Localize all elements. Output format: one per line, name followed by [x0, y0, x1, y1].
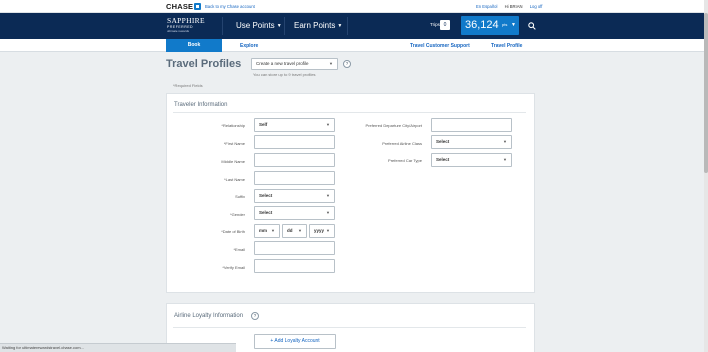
caret-down-icon: ▼ [298, 228, 302, 233]
car-type-select[interactable]: Select ▼ [431, 153, 512, 167]
required-fields-note: *Required Fields [173, 83, 203, 88]
brand-line-3: ultimate rewards [167, 29, 190, 33]
caret-down-icon: ▼ [503, 139, 507, 144]
caret-down-icon: ▼ [329, 61, 333, 66]
tab-book[interactable]: Book [166, 39, 222, 52]
profile-limit-note: You can store up to 9 travel profiles [253, 72, 316, 77]
top-utility-bar: CHASE Back to my Chase account En Españo… [0, 0, 708, 13]
departure-city-field[interactable] [431, 118, 512, 132]
trips-label[interactable]: Trips [430, 22, 440, 27]
section-divider [173, 327, 526, 328]
dob-day-select[interactable]: dd ▼ [282, 224, 307, 238]
page-title: Travel Profiles [166, 58, 242, 70]
travel-profile-select[interactable]: Create a new travel profile ▼ [251, 58, 338, 70]
airline-class-label: Preferred Airline Class [382, 141, 422, 146]
travel-profile-link[interactable]: Travel Profile [491, 43, 522, 49]
dob-month-select[interactable]: mm ▼ [254, 224, 280, 238]
nav-use-points[interactable]: Use Points ▼ [236, 21, 282, 30]
scrollbar-thumb[interactable] [704, 13, 708, 173]
sapphire-brand-logo[interactable]: SAPPHIRE PREFERRED ultimate rewards [167, 17, 205, 33]
car-type-label: Preferred Car Type [388, 158, 422, 163]
caret-down-icon: ▼ [276, 23, 282, 29]
caret-down-icon: ▼ [326, 228, 330, 233]
browser-status-bar: Waiting for ultimaterewardstravel.chase.… [0, 343, 236, 352]
relationship-label: *Relationship [221, 123, 245, 128]
email-field[interactable] [254, 241, 335, 255]
tab-explore[interactable]: Explore [240, 43, 258, 49]
gender-select[interactable]: Select ▼ [254, 206, 335, 220]
verify-email-label: *Verify Email [222, 265, 245, 270]
dob-year-select[interactable]: yyyy ▼ [309, 224, 335, 238]
date-of-birth-label: *Date of Birth [221, 229, 245, 234]
brand-line-1: SAPPHIRE [167, 16, 205, 25]
chase-logo[interactable]: CHASE [166, 2, 202, 11]
add-loyalty-account-button[interactable]: + Add Loyalty Account [254, 334, 336, 349]
caret-down-icon: ▼ [337, 23, 343, 29]
en-espanol-link[interactable]: En Español [476, 4, 497, 9]
nav-divider [284, 17, 285, 35]
email-label: *Email [233, 247, 245, 252]
profile-select-value: Create a new travel profile [256, 61, 309, 66]
first-name-label: *First Name [223, 141, 245, 146]
nav-earn-points[interactable]: Earn Points ▼ [294, 21, 342, 30]
caret-down-icon: ▼ [326, 193, 330, 198]
page-scrollbar[interactable] [704, 0, 708, 352]
nav-divider [222, 17, 223, 35]
greeting: Hi BRIAN [504, 4, 523, 9]
relationship-select[interactable]: Self ▼ [254, 118, 335, 132]
sub-navigation: Book Explore Travel Customer Support Tra… [0, 39, 708, 52]
back-to-chase-link[interactable]: Back to my Chase account [205, 4, 255, 9]
top-right-links: En Español Hi BRIAN Log off [476, 4, 548, 9]
travel-customer-support-link[interactable]: Travel Customer Support [410, 43, 470, 49]
departure-city-label: Preferred Departure City/Airport [365, 123, 422, 128]
first-name-field[interactable] [254, 135, 335, 149]
help-icon[interactable]: ? [343, 60, 351, 68]
section-divider [173, 112, 526, 113]
points-value: 36,124 [465, 19, 499, 31]
caret-down-icon: ▼ [271, 228, 275, 233]
airline-class-select[interactable]: Select ▼ [431, 135, 512, 149]
last-name-field[interactable] [254, 171, 335, 185]
help-icon[interactable]: ? [251, 312, 259, 320]
nav-divider [347, 17, 348, 35]
caret-down-icon: ▼ [511, 22, 516, 28]
points-balance-button[interactable]: 36,124 pts ▼ [461, 16, 519, 35]
middle-name-field[interactable] [254, 153, 335, 167]
search-icon[interactable] [528, 22, 536, 30]
section-title: Traveler Information [174, 102, 228, 108]
caret-down-icon: ▼ [326, 122, 330, 127]
main-header: SAPPHIRE PREFERRED ultimate rewards Use … [0, 13, 708, 39]
suffix-label: Suffix [235, 194, 245, 199]
chase-octagon-icon [194, 3, 202, 10]
logout-link[interactable]: Log off [530, 4, 543, 9]
last-name-label: *Last Name [224, 177, 245, 182]
suffix-select[interactable]: Select ▼ [254, 189, 335, 203]
verify-email-field[interactable] [254, 259, 335, 273]
caret-down-icon: ▼ [503, 157, 507, 162]
trips-count-badge[interactable]: 0 [440, 20, 450, 30]
middle-name-label: Middle Name [221, 159, 245, 164]
gender-label: *Gender [230, 212, 245, 217]
section-title: Airline Loyalty Information [174, 313, 244, 319]
points-unit: pts [502, 22, 508, 27]
caret-down-icon: ▼ [326, 210, 330, 215]
